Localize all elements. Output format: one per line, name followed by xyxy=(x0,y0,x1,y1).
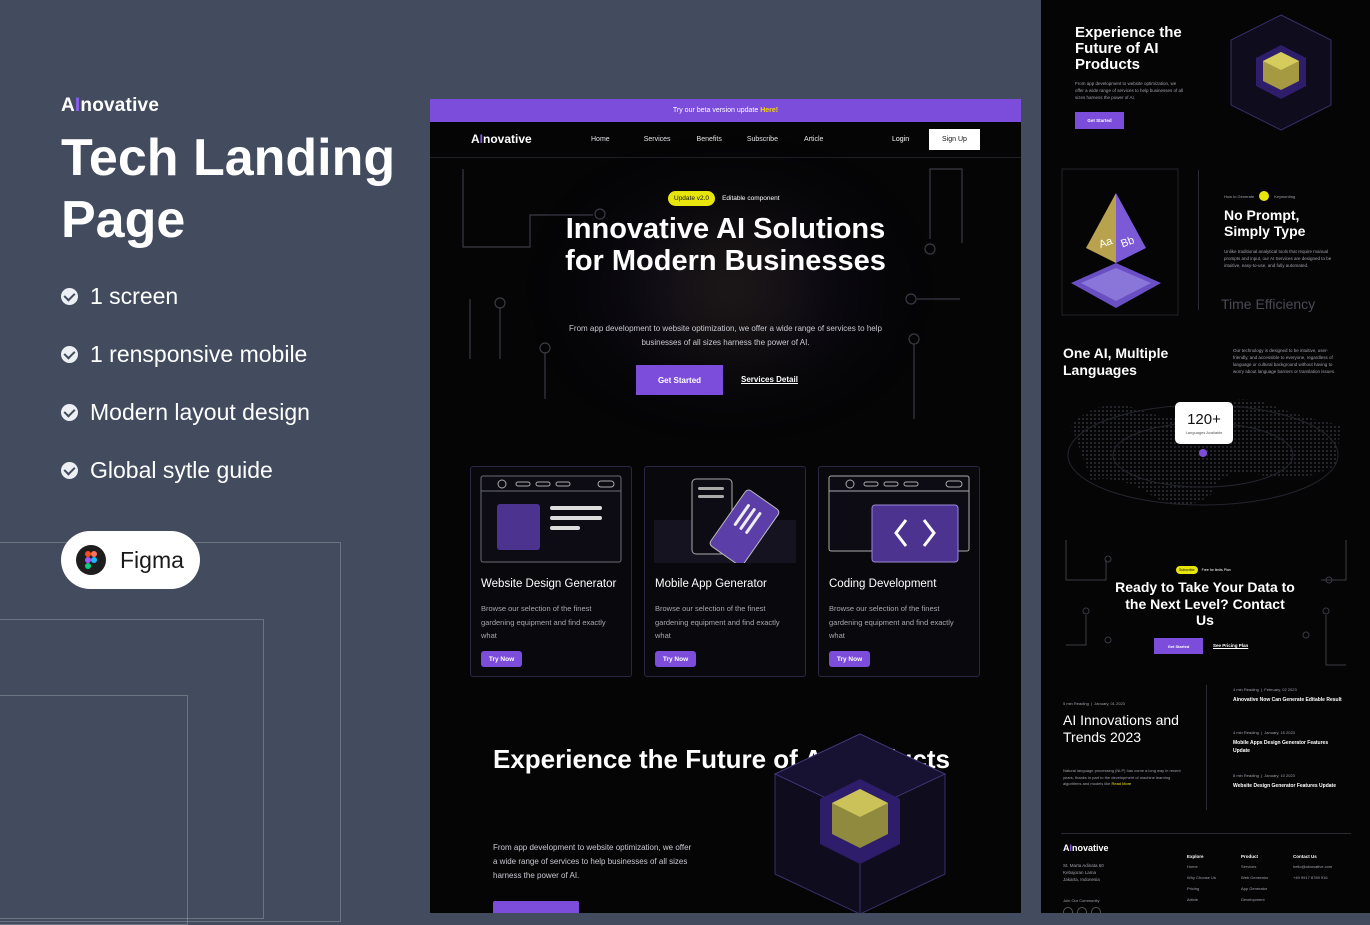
m-prompt-illustration: Aa Bb xyxy=(1061,168,1179,316)
m-prompt-title: No Prompt, Simply Type xyxy=(1224,207,1306,239)
update-badge: Update v2.0 xyxy=(668,191,716,206)
m-prompt-desc: Unlike traditional analytical tools that… xyxy=(1224,249,1332,268)
step-dot-icon xyxy=(1259,191,1270,201)
product-brand: AInovative xyxy=(61,95,160,116)
social-icon[interactable] xyxy=(1091,907,1101,913)
service-card[interactable]: Coding Development Browse our selection … xyxy=(818,466,980,677)
cube-illustration xyxy=(774,733,946,913)
nav-subscribe[interactable]: Subscribe xyxy=(747,136,778,143)
signup-button[interactable]: Sign Up xyxy=(929,129,980,150)
m-get-started-button[interactable]: Get Started xyxy=(1075,112,1124,129)
m-faded-label: Time Efficiency xyxy=(1221,296,1316,312)
m-cta-button[interactable]: Get Started xyxy=(1154,638,1203,654)
browser-illustration xyxy=(480,475,622,563)
beta-banner: Try our beta version update Here! xyxy=(430,99,1021,122)
code-illustration xyxy=(828,475,970,563)
m-experience-subtitle: From app development to website optimiza… xyxy=(1075,81,1183,100)
navbar: AInovative Home Services Benefits Subscr… xyxy=(430,122,1021,158)
hero-subtitle: From app development to website optimiza… xyxy=(569,324,882,347)
nav-home[interactable]: Home xyxy=(591,136,610,143)
figma-icon xyxy=(76,545,106,575)
m-cube-illustration xyxy=(1230,14,1332,131)
hero-badge: Update v2.0 Editable component xyxy=(668,191,780,206)
nav-links: Home Services Benefits Subscribe Article xyxy=(591,136,823,143)
mobile-illustration xyxy=(654,478,796,563)
m-cta-title: Ready to Take Your Data to the Next Leve… xyxy=(1115,579,1295,628)
experience-subtitle: From app development to website optimiza… xyxy=(493,843,692,880)
m-article-meta: 5 min Reading | January, 01 2023 xyxy=(1063,701,1125,706)
m-community-label: Join Our Community xyxy=(1063,898,1100,903)
social-icon[interactable] xyxy=(1063,907,1073,913)
feature-item: Global sytle guide xyxy=(61,457,273,484)
experience-cta-button[interactable] xyxy=(493,901,579,913)
m-languages-title: One AI, Multiple Languages xyxy=(1063,345,1169,378)
m-pricing-link[interactable]: See Pricing Plan xyxy=(1213,643,1248,648)
card-desc: Browse our selection of the finest garde… xyxy=(481,604,606,640)
m-footer-col: Product Services Web Generator App Generat… xyxy=(1241,854,1269,902)
feature-item: 1 screen xyxy=(61,283,178,310)
m-footer-address: St. Marta Adinata 60 Kebajoran Lama Jakart… xyxy=(1063,863,1104,882)
hero-title: Innovative AI Solutions for Modern Busin… xyxy=(565,213,886,277)
services-detail-link[interactable]: Services Detail xyxy=(741,375,798,384)
m-footer-col: Explore Home Why Choose Us Pricing Article xyxy=(1187,854,1216,902)
check-icon xyxy=(61,346,78,363)
card-title: Coding Development xyxy=(829,578,937,590)
nav-services[interactable]: Services xyxy=(644,136,671,143)
login-link[interactable]: Login xyxy=(892,136,909,143)
service-card[interactable]: Mobile App Generator Browse our selectio… xyxy=(644,466,806,677)
card-title: Mobile App Generator xyxy=(655,578,767,590)
m-languages-desc: Our technology is designed to be intuiti… xyxy=(1233,348,1336,374)
m-prompt-steps: How to Generate Keywording xyxy=(1224,191,1295,201)
check-icon xyxy=(61,404,78,421)
m-stat-card: 120+ Languages Available xyxy=(1175,402,1233,444)
m-footer-col: Contact Us hello@ainovative.com +49 9917 … xyxy=(1293,854,1333,880)
get-started-button[interactable]: Get Started xyxy=(636,365,723,395)
nav-article[interactable]: Article xyxy=(804,136,823,143)
check-icon xyxy=(61,462,78,479)
nav-benefits[interactable]: Benefits xyxy=(697,136,722,143)
beta-link[interactable]: Here! xyxy=(760,107,778,114)
m-article-divider xyxy=(1206,685,1207,810)
m-experience-title: Experience the Future of AI Products xyxy=(1075,24,1182,73)
card-desc: Browse our selection of the finest garde… xyxy=(829,604,954,640)
try-now-button[interactable]: Try Now xyxy=(481,651,522,667)
nav-logo[interactable]: AInovative xyxy=(471,132,532,146)
m-article-item[interactable]: 8 min Reading | January, 10 2023 Website… xyxy=(1233,772,1345,790)
social-icon[interactable] xyxy=(1077,907,1087,913)
m-article-item[interactable]: 4 min Reading | February, 02 2023 Ainova… xyxy=(1233,686,1345,704)
m-article-title: AI Innovations and Trends 2023 xyxy=(1063,712,1179,745)
m-article-desc: Natural language processing (NLP) has co… xyxy=(1063,768,1181,786)
desktop-preview: Try our beta version update Here! AInova… xyxy=(430,99,1021,913)
decor-frame-3 xyxy=(0,695,188,925)
try-now-button[interactable]: Try Now xyxy=(655,651,696,667)
card-title: Website Design Generator xyxy=(481,578,617,590)
mobile-preview: Experience the Future of AI Products Fro… xyxy=(1041,0,1370,913)
m-social-icons xyxy=(1063,907,1101,913)
m-divider xyxy=(1198,170,1199,310)
product-title: Tech Landing Page xyxy=(61,129,396,249)
try-now-button[interactable]: Try Now xyxy=(829,651,870,667)
m-footer-logo[interactable]: AInovative xyxy=(1063,843,1109,853)
m-footer-divider xyxy=(1061,833,1351,834)
figma-badge[interactable]: Figma xyxy=(61,531,200,589)
feature-item: 1 rensponsive mobile xyxy=(61,341,307,368)
card-desc: Browse our selection of the finest garde… xyxy=(655,604,780,640)
service-card[interactable]: Website Design Generator Browse our sele… xyxy=(470,466,632,677)
m-article-item[interactable]: 4 min Reading | January, 15 2023 Mobile … xyxy=(1233,729,1345,755)
m-cta-badge: Subscribe Free for limits Plan xyxy=(1176,566,1231,574)
check-icon xyxy=(61,288,78,305)
feature-item: Modern layout design xyxy=(61,399,310,426)
m-read-more-link[interactable]: Read More xyxy=(1111,781,1131,786)
